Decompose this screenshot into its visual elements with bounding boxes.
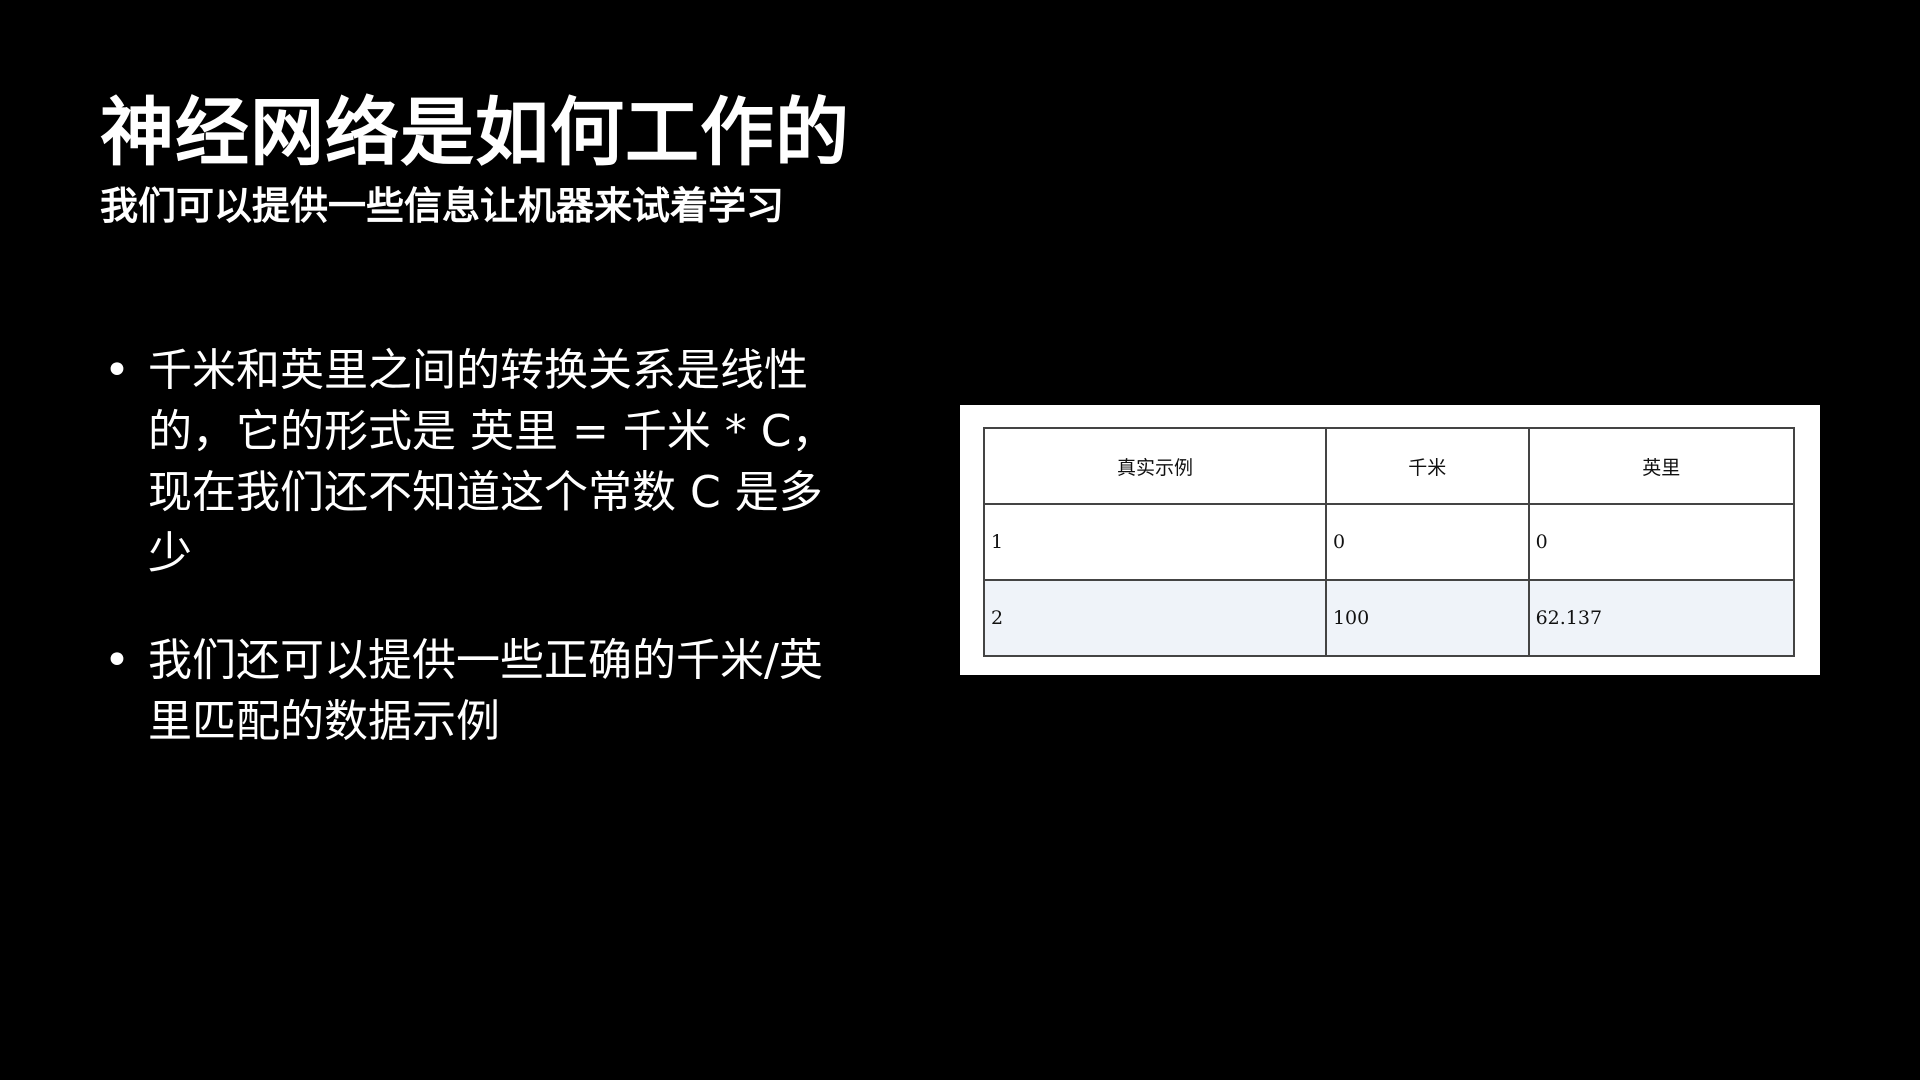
slide: 神经网络是如何工作的 我们可以提供一些信息让机器来试着学习 • 千米和英里之间的… [0, 0, 1920, 1080]
examples-table: 真实示例 千米 英里 1 0 0 2 100 62.137 [983, 427, 1796, 657]
bullet-item: • 千米和英里之间的转换关系是线性的，它的形式是 英里 = 千米 * C，现在我… [100, 340, 840, 584]
header-km: 千米 [1324, 427, 1530, 505]
cell-example: 2 [983, 579, 1327, 657]
bullet-marker: • [104, 635, 130, 686]
header-example: 真实示例 [983, 427, 1327, 505]
bullet-text: 千米和英里之间的转换关系是线性的，它的形式是 英里 = 千米 * C，现在我们还… [148, 345, 836, 579]
bullet-list: • 千米和英里之间的转换关系是线性的，它的形式是 英里 = 千米 * C，现在我… [100, 340, 840, 798]
bullet-text: 我们还可以提供一些正确的千米/英里匹配的数据示例 [148, 635, 823, 747]
cell-miles: 0 [1527, 503, 1796, 581]
table-header-row: 真实示例 千米 英里 [983, 427, 1796, 505]
table-row: 1 0 0 [983, 503, 1796, 581]
cell-example: 1 [983, 503, 1327, 581]
bullet-item: • 我们还可以提供一些正确的千米/英里匹配的数据示例 [100, 630, 840, 752]
cell-km: 0 [1324, 503, 1530, 581]
cell-km: 100 [1324, 579, 1530, 657]
header-miles: 英里 [1527, 427, 1796, 505]
table-card: 真实示例 千米 英里 1 0 0 2 100 62.137 [960, 405, 1820, 675]
slide-subtitle: 我们可以提供一些信息让机器来试着学习 [100, 184, 785, 228]
cell-miles: 62.137 [1527, 579, 1796, 657]
table-row: 2 100 62.137 [983, 579, 1796, 657]
bullet-marker: • [104, 345, 130, 396]
slide-title: 神经网络是如何工作的 [100, 90, 850, 176]
